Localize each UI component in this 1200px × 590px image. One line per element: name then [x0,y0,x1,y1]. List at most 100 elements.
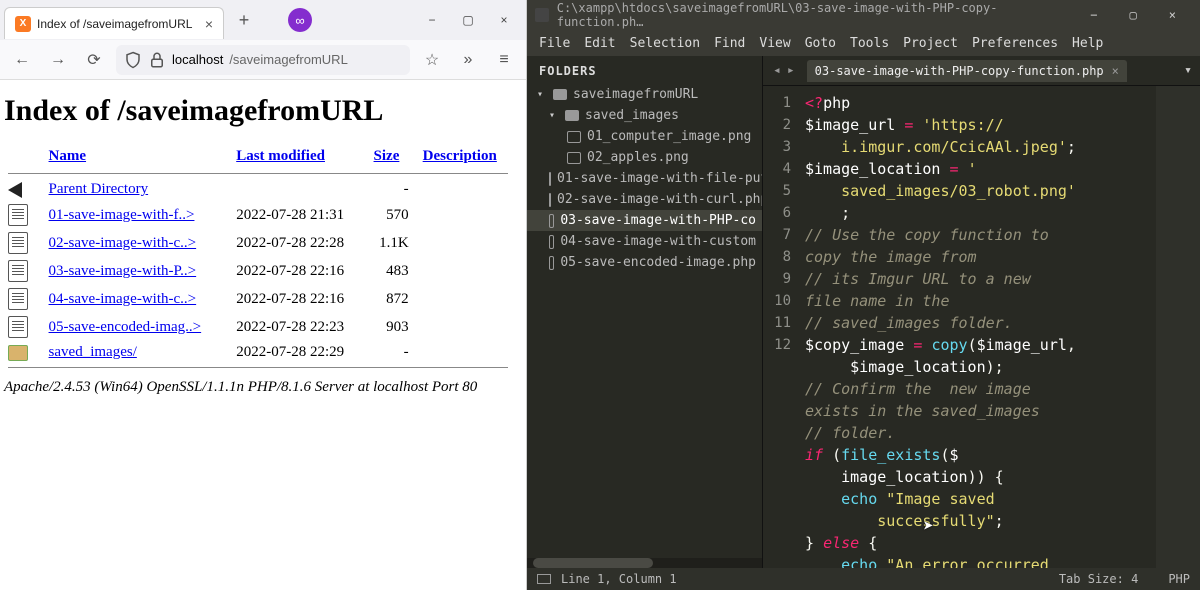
status-position: Line 1, Column 1 [561,572,677,586]
listing-size: 1.1K [370,229,419,257]
app-icon [535,8,549,22]
col-desc[interactable]: Description [423,148,497,164]
listing-link[interactable]: Parent Directory [49,181,149,197]
tab-nav-left-icon[interactable]: ◂ [773,63,781,78]
tab-close-icon[interactable]: × [1112,64,1119,78]
col-size[interactable]: Size [374,148,400,164]
listing-link[interactable]: saved_images/ [49,344,137,360]
listing-link[interactable]: 02-save-image-with-c..> [49,235,197,251]
page-content: Index of /saveimagefromURL Name Last mod… [0,80,526,590]
listing-row: 03-save-image-with-P..> 2022-07-28 22:164… [4,257,518,285]
sidebar-item[interactable]: 04-save-image-with-custom [527,231,762,252]
menu-view[interactable]: View [759,36,790,51]
menu-find[interactable]: Find [714,36,745,51]
mouse-cursor-icon: ➤ [923,516,934,537]
bookmark-star-button[interactable]: ☆ [418,46,446,74]
window-close-button[interactable]: × [486,5,522,35]
file-icon [549,172,551,186]
sidebar-item-label: 01_computer_image.png [587,129,751,144]
folder-icon [553,89,567,100]
menu-help[interactable]: Help [1072,36,1103,51]
status-lang[interactable]: PHP [1168,572,1190,586]
overflow-button[interactable]: » [454,46,482,74]
window-maximize-button[interactable]: ▢ [450,5,486,35]
sidebar: FOLDERS ▾ saveimagefromURL ▾ saved_images 01… [527,56,763,568]
disclosure-arrow-icon[interactable]: ▾ [537,89,547,100]
minimap[interactable] [1156,86,1200,568]
new-tab-button[interactable]: + [230,6,258,34]
window-minimize-button[interactable]: − [1074,8,1113,22]
disclosure-arrow-icon[interactable]: ▾ [549,110,559,121]
code-area[interactable]: <?php$image_url = 'https:// i.imgur.com/… [799,86,1156,568]
window-maximize-button[interactable]: ▢ [1114,8,1153,22]
directory-listing: Name Last modified Size Description Pare… [4,144,518,371]
sidebar-item[interactable]: 05-save-encoded-image.php [527,252,762,273]
menu-preferences[interactable]: Preferences [972,36,1058,51]
listing-link[interactable]: 04-save-image-with-c..> [49,291,197,307]
file-icon [8,260,28,282]
reload-button[interactable]: ⟳ [80,46,108,74]
menu-goto[interactable]: Goto [805,36,836,51]
menubar: File Edit Selection Find View Goto Tools Projec… [527,30,1200,56]
window-close-button[interactable]: × [1153,8,1192,22]
col-modified[interactable]: Last modified [236,148,325,164]
file-icon [549,193,551,207]
forward-button[interactable]: → [44,46,72,74]
sidebar-item[interactable]: 01-save-image-with-file-put [527,168,762,189]
sidebar-item-label: saved_images [585,108,679,123]
listing-size: 483 [370,257,419,285]
status-tabsize[interactable]: Tab Size: 4 [1059,572,1138,586]
shield-icon [124,51,142,69]
listing-row: 04-save-image-with-c..>2022-07-28 22:168… [4,285,518,313]
menu-edit[interactable]: Edit [584,36,615,51]
image-icon [567,131,581,143]
listing-modified: 2022-07-28 22:28 [232,229,369,257]
server-footer: Apache/2.4.53 (Win64) OpenSSL/1.1.1n PHP… [4,379,518,396]
panel-icon[interactable] [537,574,551,584]
titlebar[interactable]: C:\xampp\htdocs\saveimagefromURL\03-save… [527,0,1200,30]
sidebar-item-label: 01-save-image-with-file-put [557,171,763,186]
sidebar-item[interactable]: 03-save-image-with-PHP-co [527,210,762,231]
tab-close-icon[interactable]: × [205,16,213,32]
tab-nav-right-icon[interactable]: ▸ [787,63,795,78]
listing-link[interactable]: 03-save-image-with-P..> [49,263,197,279]
listing-modified: 2022-07-28 22:29 [232,341,369,364]
menu-selection[interactable]: Selection [630,36,700,51]
listing-link[interactable]: 05-save-encoded-imag..> [49,319,202,335]
menu-project[interactable]: Project [903,36,958,51]
editor-tab[interactable]: 03-save-image-with-PHP-copy-function.php… [807,60,1127,82]
sidebar-item[interactable]: ▾ saveimagefromURL [527,84,762,105]
sidebar-item[interactable]: 01_computer_image.png [527,126,762,147]
sidebar-heading: FOLDERS [527,56,762,84]
extension-pill-icon[interactable]: ∞ [288,8,312,32]
menu-tools[interactable]: Tools [850,36,889,51]
page-title: Index of /saveimagefromURL [4,94,518,128]
window-minimize-button[interactable]: − [414,5,450,35]
lock-icon [148,51,166,69]
browser-tab[interactable]: X Index of /saveimagefromURL × [4,7,224,39]
address-bar[interactable]: localhost/saveimagefromURL [116,45,410,75]
hamburger-menu-button[interactable]: ≡ [490,46,518,74]
sidebar-item[interactable]: ▾ saved_images [527,105,762,126]
sidebar-item[interactable]: 02_apples.png [527,147,762,168]
title-path: C:\xampp\htdocs\saveimagefromURL\03-save… [557,1,1075,29]
folder-icon [565,110,579,121]
sidebar-scrollbar[interactable] [527,558,762,568]
tab-context-icon[interactable]: ▾ [1184,63,1192,78]
listing-modified: 2022-07-28 22:16 [232,257,369,285]
file-icon [8,204,28,226]
col-name[interactable]: Name [49,148,87,164]
file-icon [8,288,28,310]
sublime-window: C:\xampp\htdocs\saveimagefromURL\03-save… [527,0,1200,590]
back-button[interactable]: ← [8,46,36,74]
listing-link[interactable]: 01-save-image-with-f..> [49,207,195,223]
xampp-icon: X [15,16,31,32]
gutter: 123456789101112 [763,86,799,568]
menu-file[interactable]: File [539,36,570,51]
sidebar-item-label: saveimagefromURL [573,87,698,102]
file-icon [549,235,554,249]
sidebar-item-label: 02_apples.png [587,150,689,165]
sidebar-item[interactable]: 02-save-image-with-curl.php [527,189,762,210]
listing-row: 02-save-image-with-c..> 2022-07-28 22:281… [4,229,518,257]
parent-icon [8,182,28,198]
